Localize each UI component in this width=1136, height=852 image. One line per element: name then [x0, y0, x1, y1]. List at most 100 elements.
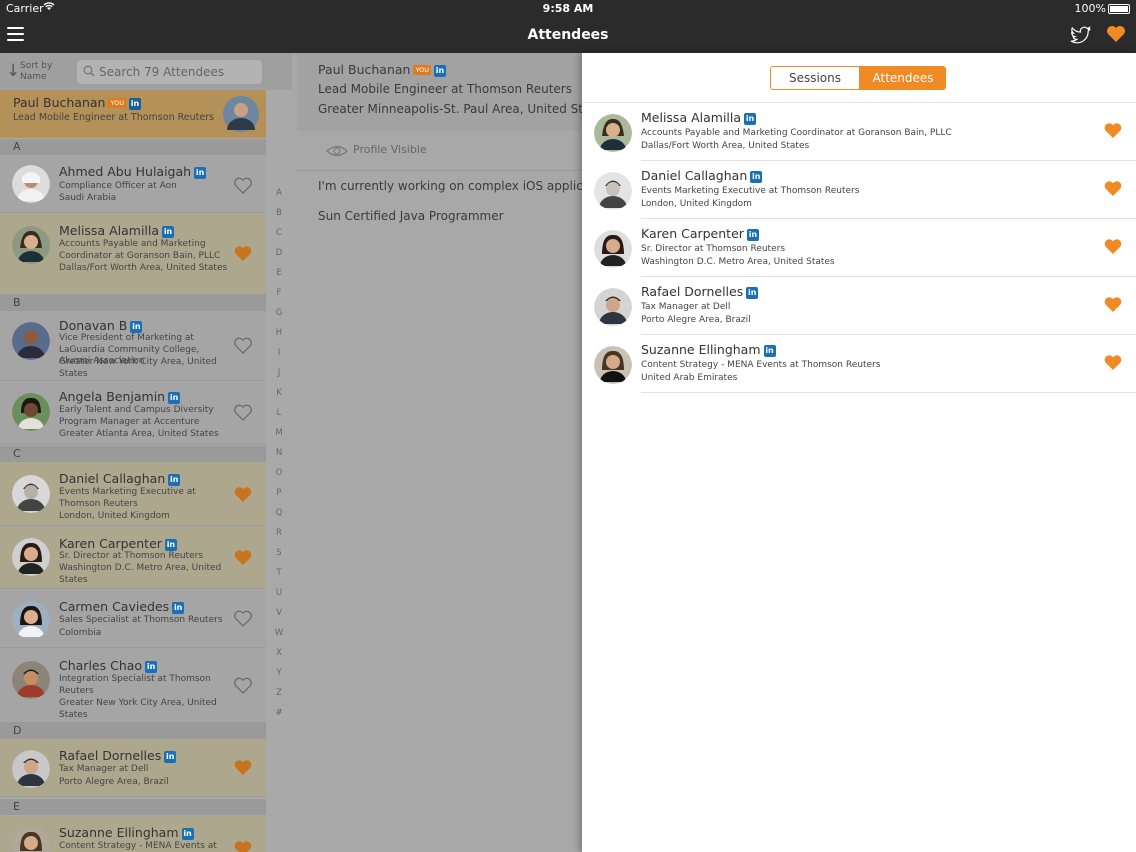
index-letter[interactable]: Y	[268, 668, 290, 678]
attendee-location: Porto Alegre Area, Brazil	[59, 777, 169, 787]
list-item[interactable]: Karen Carpenter in Sr. Director at Thomso…	[0, 527, 266, 589]
heart-outline-icon[interactable]	[233, 610, 253, 628]
linkedin-icon[interactable]: in	[168, 474, 181, 486]
index-letter[interactable]: W	[268, 628, 290, 638]
index-letter[interactable]: I	[268, 348, 290, 358]
search-input[interactable]: Search 79 Attendees	[77, 60, 262, 84]
index-letter[interactable]: M	[268, 428, 290, 438]
tab-attendees[interactable]: Attendees	[859, 67, 945, 89]
favorites-heart-icon[interactable]	[1106, 25, 1126, 45]
segmented-control[interactable]: Sessions Attendees	[770, 66, 946, 90]
sort-button[interactable]: ↓ Sort by Name	[4, 59, 70, 85]
list-item[interactable]: Melissa Alamilla in Accounts Payable and …	[0, 214, 266, 295]
index-letter[interactable]: X	[268, 648, 290, 658]
index-letter[interactable]: E	[268, 268, 290, 278]
linkedin-icon[interactable]: in	[181, 828, 194, 840]
index-letter[interactable]: K	[268, 388, 290, 398]
index-letter[interactable]: #	[268, 708, 290, 718]
heart-filled-icon[interactable]	[233, 549, 253, 567]
favorite-row[interactable]: Daniel Callaghan in Events Marketing Exec…	[582, 161, 1136, 219]
heart-outline-icon[interactable]	[233, 177, 253, 195]
heart-filled-icon[interactable]	[1103, 238, 1123, 256]
sort-value: Name	[20, 72, 47, 82]
detail-role: Lead Mobile Engineer at Thomson Reuters	[318, 82, 572, 96]
heart-filled-icon[interactable]	[233, 245, 253, 263]
heart-filled-icon[interactable]	[1103, 296, 1123, 314]
index-letter[interactable]: Q	[268, 508, 290, 518]
detail-location: Greater Minneapolis-St. Paul Area, Unite…	[318, 102, 582, 116]
index-letter[interactable]: P	[268, 488, 290, 498]
clock: 9:58 AM	[542, 2, 594, 15]
favorite-row[interactable]: Karen Carpenter in Sr. Director at Thomso…	[582, 219, 1136, 277]
heart-outline-icon[interactable]	[233, 677, 253, 695]
avatar	[594, 346, 632, 384]
linkedin-icon[interactable]: in	[168, 392, 181, 404]
list-item[interactable]: Donavan Bin Vice President of Marketing …	[0, 311, 266, 381]
heart-outline-icon[interactable]	[233, 337, 253, 355]
heart-filled-icon[interactable]	[233, 486, 253, 504]
index-letter[interactable]: Z	[268, 688, 290, 698]
index-letter[interactable]: R	[268, 528, 290, 538]
index-letter[interactable]: V	[268, 608, 290, 618]
heart-filled-icon[interactable]	[233, 840, 253, 852]
index-letter[interactable]: H	[268, 328, 290, 338]
index-letter[interactable]: O	[268, 468, 290, 478]
linkedin-icon[interactable]: in	[750, 171, 763, 183]
current-user-row[interactable]: Paul Buchanan YOU in Lead Mobile Engineer …	[0, 90, 266, 138]
list-item[interactable]: Daniel Callaghan in Events Marketing Exec…	[0, 462, 266, 526]
linkedin-icon[interactable]: in	[746, 229, 759, 241]
index-letter[interactable]: D	[268, 248, 290, 258]
page-title: Attendees	[527, 27, 609, 43]
linkedin-icon[interactable]: in	[746, 287, 759, 299]
heart-filled-icon[interactable]	[1103, 180, 1123, 198]
index-letter[interactable]: A	[268, 188, 290, 198]
avatar	[594, 230, 632, 268]
avatar	[12, 750, 50, 788]
linkedin-icon[interactable]: in	[128, 98, 141, 110]
linkedin-icon[interactable]: in	[164, 539, 177, 551]
heart-outline-icon[interactable]	[233, 404, 253, 422]
linkedin-icon[interactable]: in	[145, 661, 158, 673]
index-letter[interactable]: C	[268, 228, 290, 238]
detail-name: Paul Buchanan YOU in	[318, 62, 446, 77]
list-item[interactable]: Ahmed Abu Hulaigah in Compliance Officer …	[0, 155, 266, 213]
favorite-row[interactable]: Melissa Alamilla in Accounts Payable and …	[582, 103, 1136, 161]
heart-filled-icon[interactable]	[1103, 122, 1123, 140]
profile-visibility-toggle[interactable]: Profile Visible	[353, 143, 427, 156]
linkedin-icon[interactable]: in	[164, 751, 177, 763]
index-letter[interactable]: S	[268, 548, 290, 558]
linkedin-icon[interactable]: in	[744, 113, 757, 125]
twitter-icon[interactable]	[1070, 25, 1092, 45]
favorite-name: Daniel Callaghan in	[641, 168, 763, 183]
list-item[interactable]: Carmen Caviedes in Sales Specialist at Th…	[0, 590, 266, 648]
attendee-location: Colombia	[59, 628, 102, 638]
index-letter[interactable]: G	[268, 308, 290, 318]
list-item[interactable]: Suzanne Ellingham in Content Strategy - M…	[0, 816, 266, 852]
index-letter[interactable]: J	[268, 368, 290, 378]
list-item[interactable]: Angela Benjamin in Early Talent and Campu…	[0, 382, 266, 445]
linkedin-icon[interactable]: in	[763, 345, 776, 357]
linkedin-icon[interactable]: in	[433, 65, 446, 77]
favorite-title: Sr. Director at Thomson Reuters	[641, 244, 786, 254]
list-item[interactable]: Rafael Dornelles in Tax Manager at Dell P…	[0, 739, 266, 797]
linkedin-icon[interactable]: in	[172, 602, 185, 614]
index-letter[interactable]: F	[268, 288, 290, 298]
index-letter[interactable]: N	[268, 448, 290, 458]
linkedin-icon[interactable]: in	[130, 321, 143, 333]
favorite-row[interactable]: Rafael Dornelles in Tax Manager at Dell P…	[582, 277, 1136, 335]
attendee-location: Saudi Arabia	[59, 193, 117, 203]
index-letter[interactable]: L	[268, 408, 290, 418]
heart-filled-icon[interactable]	[233, 759, 253, 777]
favorite-row[interactable]: Suzanne Ellingham in Content Strategy - M…	[582, 335, 1136, 393]
linkedin-icon[interactable]: in	[162, 226, 175, 238]
attendee-title: Events Marketing Executive at Thomson Re…	[59, 487, 196, 509]
tab-sessions[interactable]: Sessions	[771, 67, 859, 89]
list-item[interactable]: Charles Chao in Integration Specialist at…	[0, 649, 266, 723]
bio-text: Sun Certified Java Programmer	[318, 209, 504, 223]
heart-filled-icon[interactable]	[1103, 354, 1123, 372]
attendee-list[interactable]: ↓ Sort by Name Search 79 Attendees Paul …	[0, 53, 292, 852]
index-letter[interactable]: B	[268, 208, 290, 218]
linkedin-icon[interactable]: in	[194, 167, 207, 179]
index-letter[interactable]: T	[268, 568, 290, 578]
index-letter[interactable]: U	[268, 588, 290, 598]
